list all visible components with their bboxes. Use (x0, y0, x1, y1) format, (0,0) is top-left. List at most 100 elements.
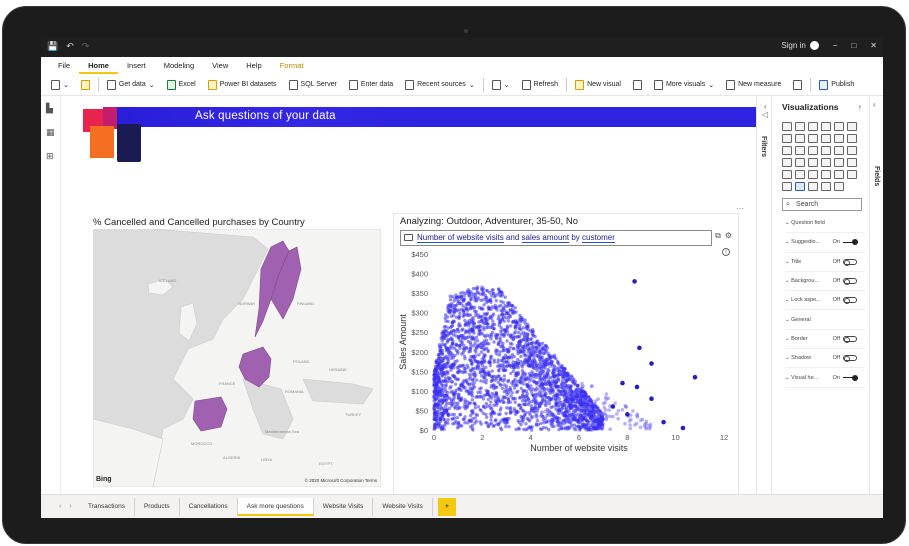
visual-type-icon[interactable] (795, 146, 805, 155)
visual-type-icon[interactable] (847, 146, 857, 155)
text-box-button[interactable] (627, 75, 648, 95)
tab-modeling[interactable]: Modeling (155, 57, 203, 74)
filled-map[interactable]: ICELAND NORWAY FINLAND POLAND UKRAINE FR… (93, 229, 381, 487)
property-toggle[interactable]: Off (833, 297, 857, 305)
scatter-point-outlier[interactable] (649, 396, 654, 402)
sign-in-button[interactable]: Sign in (781, 41, 819, 50)
visual-type-icon[interactable] (821, 182, 831, 191)
maximize-button[interactable]: □ (851, 41, 856, 50)
property-row[interactable]: ⌄ Shadow Off (785, 349, 865, 369)
save-icon[interactable]: 💾 (47, 41, 58, 52)
property-row[interactable]: ⌄ Suggestio... On (785, 233, 865, 253)
publish-button[interactable]: Publish (813, 75, 860, 95)
visual-type-icon[interactable] (808, 170, 818, 179)
visual-type-icon[interactable] (808, 182, 818, 191)
visual-type-icon[interactable] (808, 146, 818, 155)
property-toggle[interactable]: On (833, 374, 858, 381)
collapse-fields-icon[interactable]: ‹ (873, 100, 876, 109)
property-row[interactable]: ⌄ Visual he... On (785, 368, 865, 388)
visual-type-icon[interactable] (847, 170, 857, 179)
property-row[interactable]: ⌄ Title Off (785, 253, 865, 272)
page-tab-products[interactable]: Products (135, 497, 180, 516)
visual-type-icon[interactable] (808, 158, 818, 167)
toggle-switch[interactable] (843, 335, 857, 343)
visual-type-icon[interactable] (834, 182, 844, 191)
get-data-button[interactable]: Get data ⌄ (101, 75, 161, 95)
chevron-right-icon[interactable]: › (858, 102, 861, 111)
visual-type-icon[interactable] (847, 134, 857, 143)
paste-button[interactable]: ⌄ (45, 75, 75, 95)
visual-type-icon[interactable] (808, 134, 818, 143)
scatter-point-outlier[interactable] (692, 374, 698, 380)
more-options-icon[interactable]: ... (736, 201, 744, 211)
qa-question-input[interactable]: Number of website visits and sales amoun… (400, 230, 712, 246)
visual-type-icon[interactable] (821, 134, 831, 143)
page-tab-cancellations[interactable]: Cancellations (180, 497, 238, 516)
toggle-switch[interactable] (843, 239, 858, 246)
visual-type-icon[interactable] (782, 170, 792, 179)
sql-server-button[interactable]: SQL Server (283, 75, 343, 95)
next-page-icon[interactable]: › (69, 503, 71, 510)
toggle-switch[interactable] (843, 374, 858, 381)
visual-type-icon[interactable] (795, 134, 805, 143)
toggle-switch[interactable] (843, 258, 857, 266)
visual-type-icon[interactable] (834, 158, 844, 167)
excel-button[interactable]: Excel (161, 75, 202, 95)
visual-type-icon[interactable] (834, 170, 844, 179)
undo-icon[interactable]: ↶ (66, 41, 74, 52)
page-tab-website-visits-2[interactable]: Website Visits (373, 497, 433, 516)
page-tab-website-visits[interactable]: Website Visits (314, 497, 374, 516)
scatter-point-outlier[interactable] (634, 384, 640, 390)
visual-type-icon[interactable] (782, 134, 792, 143)
settings-icon[interactable]: ⚙ (725, 231, 732, 241)
visual-type-icon[interactable] (834, 122, 844, 131)
scatter-point-outlier[interactable] (610, 404, 616, 409)
visual-type-icon[interactable] (808, 122, 818, 131)
qa-visual[interactable]: ... Analyzing: Outdoor, Adventurer, 35-5… (393, 201, 744, 496)
redo-icon[interactable]: ↷ (82, 41, 90, 52)
data-view-icon[interactable]: ▦ (46, 128, 56, 137)
property-toggle[interactable]: Off (833, 355, 857, 363)
visual-type-icon[interactable] (847, 122, 857, 131)
scatter-point-outlier[interactable] (620, 380, 625, 386)
fields-pane[interactable]: ‹ Fields (869, 96, 883, 494)
visual-type-icon[interactable] (795, 122, 805, 131)
close-button[interactable]: ✕ (870, 41, 877, 50)
minimize-button[interactable]: − (833, 41, 838, 50)
page-tab-ask-more-questions[interactable]: Ask more questions (237, 497, 314, 516)
report-view-icon[interactable]: ▙ (46, 104, 56, 113)
tab-insert[interactable]: Insert (118, 57, 155, 74)
tab-home[interactable]: Home (79, 57, 118, 74)
scatter-point-outlier[interactable] (661, 419, 666, 425)
tab-help[interactable]: Help (237, 57, 270, 74)
property-toggle[interactable]: Off (833, 335, 857, 343)
visual-type-icon[interactable] (782, 182, 792, 191)
property-toggle[interactable]: Off (833, 258, 857, 266)
tab-format[interactable]: Format (271, 57, 313, 74)
scatter-point-outlier[interactable] (625, 412, 630, 417)
recent-sources-button[interactable]: Recent sources ⌄ (399, 75, 481, 95)
visual-type-icon[interactable] (821, 158, 831, 167)
scatter-chart[interactable]: $0 $50 $100 $150 $200 $250 $300 $350 $400 $450 0 2 4… (394, 248, 740, 496)
toggle-switch[interactable] (843, 355, 857, 363)
refresh-button[interactable]: Refresh (516, 75, 565, 95)
tab-view[interactable]: View (203, 57, 237, 74)
toggle-switch[interactable] (843, 278, 857, 286)
more-visuals-button[interactable]: More visuals ⌄ (648, 75, 720, 95)
visual-type-icon[interactable] (834, 134, 844, 143)
chevron-left-icon[interactable]: ‹ (764, 102, 767, 111)
scatter-point-outlier[interactable] (649, 361, 654, 366)
tab-file[interactable]: File (49, 57, 79, 74)
format-painter-button[interactable] (75, 75, 96, 95)
visual-type-icon[interactable] (821, 122, 831, 131)
visual-type-icon[interactable] (795, 170, 805, 179)
scatter-point-outlier[interactable] (637, 345, 642, 351)
new-measure-button[interactable]: New measure (720, 75, 787, 95)
property-toggle[interactable]: Off (833, 278, 857, 286)
property-row[interactable]: ⌄ Border Off (785, 330, 865, 350)
map-copyright[interactable]: © 2020 Microsoft Corporation Terms (305, 478, 377, 483)
scatter-point-outlier[interactable] (680, 425, 686, 431)
enter-data-button[interactable]: Enter data (343, 75, 399, 95)
visual-type-icon[interactable] (782, 146, 792, 155)
visual-type-icon[interactable] (782, 158, 792, 167)
